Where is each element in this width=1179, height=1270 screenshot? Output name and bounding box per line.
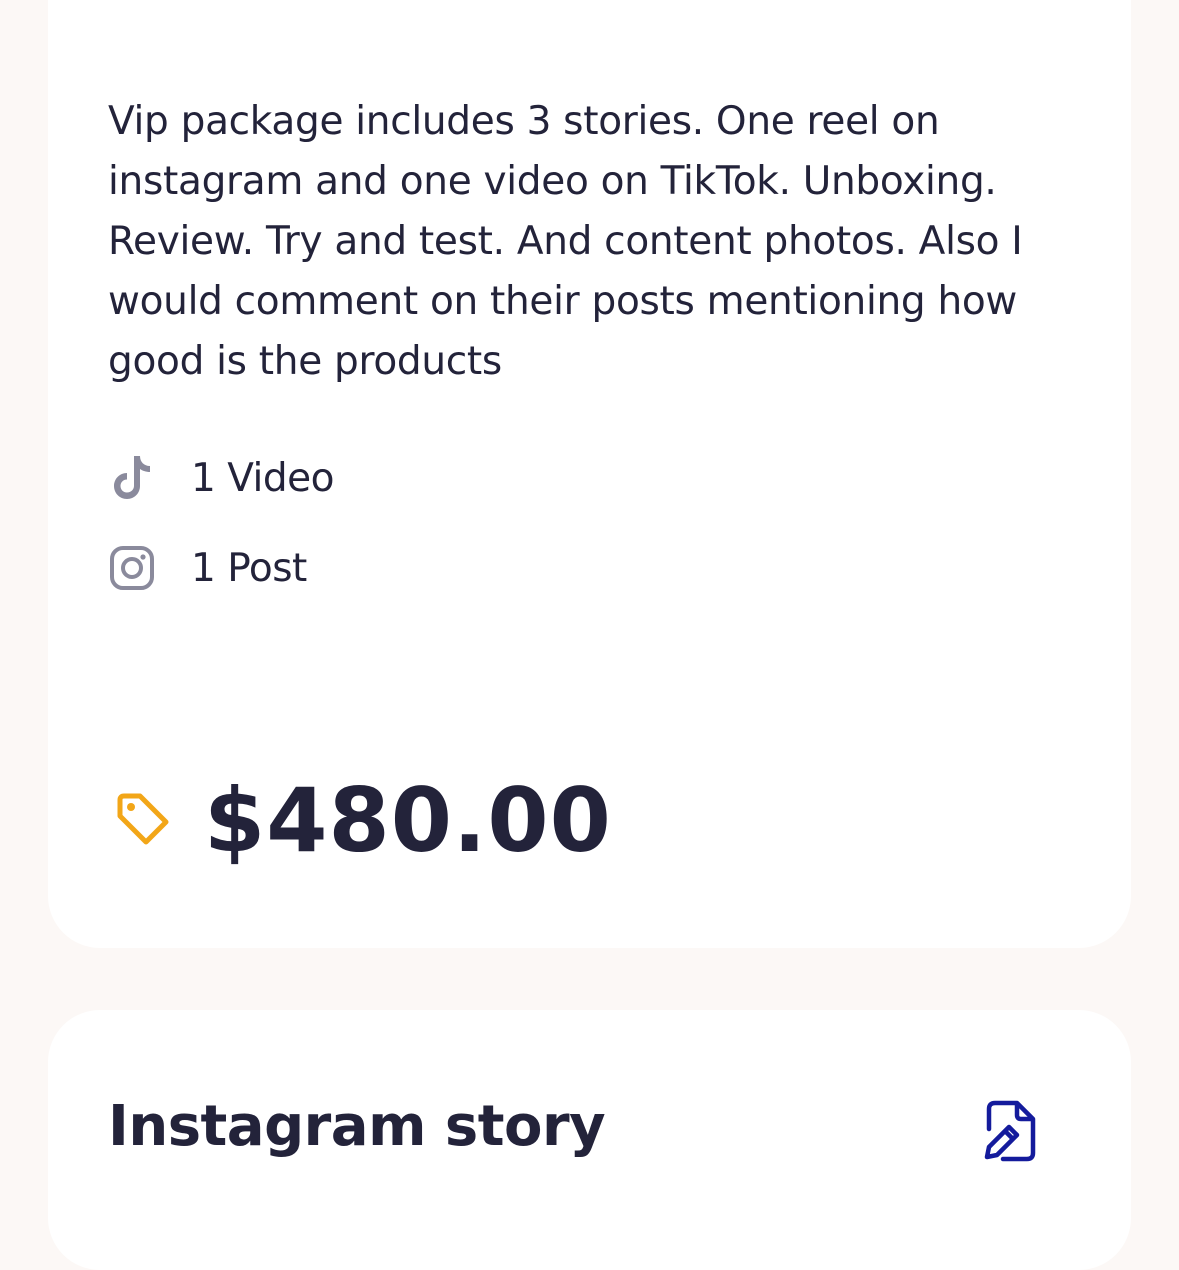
deliverable-tiktok-video: 1 Video [108, 448, 334, 508]
story-title: Instagram story [108, 1094, 606, 1159]
edit-story-button[interactable] [978, 1096, 1042, 1166]
deliverable-label: 1 Post [191, 545, 307, 591]
package-card: Vip package includes 3 stories. One reel… [48, 0, 1131, 948]
price-row: $480.00 [114, 760, 612, 880]
instagram-icon [108, 538, 168, 598]
edit-document-icon [984, 1100, 1036, 1162]
deliverable-label: 1 Video [191, 455, 334, 501]
instagram-story-card: Instagram story [48, 1010, 1131, 1270]
tiktok-icon [108, 448, 168, 508]
deliverable-instagram-post: 1 Post [108, 538, 307, 598]
package-description: Vip package includes 3 stories. One reel… [108, 99, 1023, 384]
price-tag-icon [114, 788, 178, 852]
package-price: $480.00 [204, 768, 612, 872]
